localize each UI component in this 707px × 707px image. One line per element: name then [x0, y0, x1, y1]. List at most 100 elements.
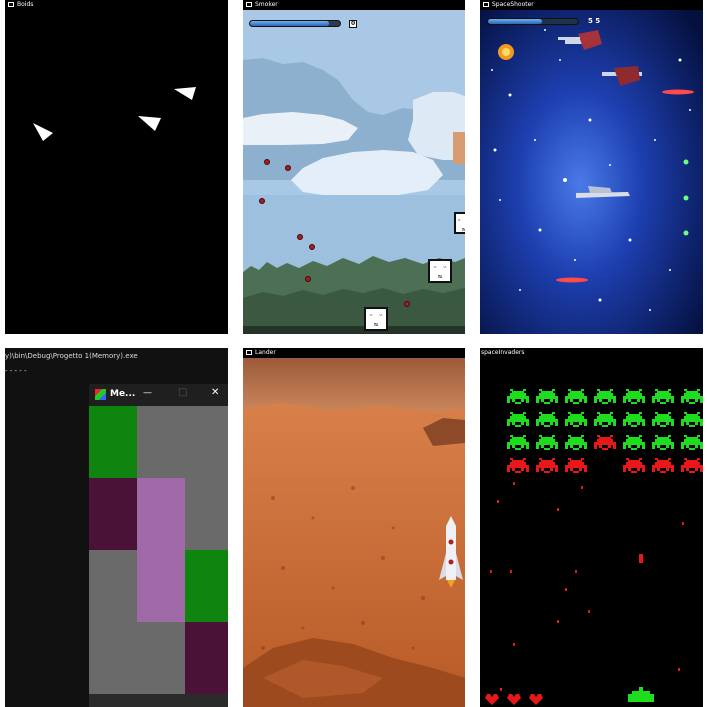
boids-window: Boids: [5, 0, 228, 334]
console-output: - - - - -: [5, 367, 27, 375]
invader: [623, 458, 645, 473]
player-shot: [639, 554, 643, 563]
maximize-icon[interactable]: □: [178, 387, 187, 398]
invader: [652, 412, 674, 427]
enemy-laser: [556, 277, 588, 283]
enemy-face-icon: ᵕ ᵕ≈: [432, 263, 448, 281]
memory-app-icon: [95, 389, 106, 400]
memory-console-window: y)\bin\Debug\Progetto 1(Memory).exe - - …: [5, 348, 228, 707]
close-icon[interactable]: ✕: [211, 387, 219, 398]
bullet: [259, 198, 265, 204]
spaceshooter-window: SpaceShooter 5 5: [480, 0, 703, 334]
heart-icon: [507, 694, 521, 705]
window-icon: [483, 2, 489, 7]
invader: [594, 435, 616, 450]
lander-window: Lander: [243, 348, 465, 707]
enemy-ship: [558, 37, 580, 40]
player-cannon: [628, 687, 654, 702]
memory-card[interactable]: [89, 406, 137, 478]
smoker-titlebar: Smoker: [243, 0, 465, 10]
spaceshooter-background: [480, 0, 703, 334]
bullet: [309, 244, 315, 250]
invader: [594, 389, 616, 404]
invader: [565, 435, 587, 450]
spaceshooter-title: SpaceShooter: [492, 1, 534, 8]
window-icon: [246, 350, 252, 355]
invader: [681, 458, 703, 473]
memory-card[interactable]: [185, 550, 228, 622]
invader-formation: [507, 389, 703, 473]
bullet: [404, 301, 410, 307]
spaceshooter-health-fill: [488, 19, 542, 24]
boid: [138, 116, 161, 131]
heart-icon: [485, 694, 499, 705]
enemy-face-icon: ᵕ ᵕ≈: [368, 311, 384, 329]
ground: [243, 326, 465, 334]
powerup: [683, 195, 689, 201]
invader: [565, 458, 587, 473]
invader: [507, 435, 529, 450]
lander-titlebar: Lander: [243, 348, 465, 358]
spaceshooter-score: 5 5: [588, 17, 601, 25]
memory-card[interactable]: [137, 406, 185, 478]
invader: [536, 458, 558, 473]
memory-card[interactable]: [89, 478, 137, 550]
memory-card[interactable]: [137, 478, 185, 550]
spaceshooter-titlebar: SpaceShooter: [480, 0, 703, 10]
smoker-health-fill: [250, 21, 330, 26]
memory-card[interactable]: [185, 622, 228, 694]
window-icon: [246, 2, 252, 7]
memory-card-grid: [89, 406, 228, 694]
console-path: y)\bin\Debug\Progetto 1(Memory).exe: [5, 352, 138, 360]
powerup: [683, 159, 689, 165]
memory-window: Me... — □ ✕: [89, 384, 228, 707]
enemy-box: ᵕ ᵕ≈: [428, 259, 452, 283]
memory-titlebar[interactable]: Me... — □ ✕: [89, 384, 228, 406]
invader: [507, 458, 529, 473]
bullet: [297, 234, 303, 240]
lander-background: [243, 358, 465, 707]
memory-card[interactable]: [89, 622, 137, 694]
memory-card[interactable]: [137, 550, 185, 622]
invader: [623, 389, 645, 404]
invader: [652, 435, 674, 450]
invader-bullets: [490, 482, 684, 691]
invader: [565, 412, 587, 427]
invader: [565, 389, 587, 404]
memory-card[interactable]: [137, 622, 185, 694]
invader: [681, 412, 703, 427]
enemy-laser: [662, 89, 694, 95]
invader: [536, 389, 558, 404]
invader: [536, 412, 558, 427]
smoker-window: Smoker 0 ᵕ ᵕ≈ ᵕ ᵕ≈ ᵕ ᵕ≈: [243, 0, 465, 334]
bullet: [285, 165, 291, 171]
invader: [594, 412, 616, 427]
powerup: [683, 230, 689, 236]
invader: [623, 412, 645, 427]
memory-bottom-strip: [89, 694, 228, 707]
memory-card[interactable]: [89, 550, 137, 622]
lander-title: Lander: [255, 349, 276, 356]
boids-canvas: [33, 87, 196, 141]
heart-icon: [529, 694, 543, 705]
lives: [485, 694, 543, 705]
smoker-title: Smoker: [255, 1, 278, 8]
invader: [507, 389, 529, 404]
smoker-background: [243, 10, 465, 334]
memory-card[interactable]: [185, 478, 228, 550]
brown-block: [453, 132, 465, 164]
invader: [536, 435, 558, 450]
memory-card[interactable]: [185, 406, 228, 478]
minimize-icon[interactable]: —: [143, 388, 152, 398]
invader: [507, 412, 529, 427]
bullet: [305, 276, 311, 282]
spaceinvaders-window: spaceInvaders: [480, 348, 703, 707]
enemy-face-icon: ᵕ ᵕ≈: [456, 216, 465, 234]
enemy-box: ᵕ ᵕ≈: [454, 212, 465, 234]
invader: [681, 435, 703, 450]
spaceinvaders-canvas: [485, 389, 703, 705]
smoker-health-bar: [249, 20, 341, 27]
boid: [174, 87, 196, 100]
smoker-score: 0: [349, 20, 358, 28]
invader: [623, 435, 645, 450]
